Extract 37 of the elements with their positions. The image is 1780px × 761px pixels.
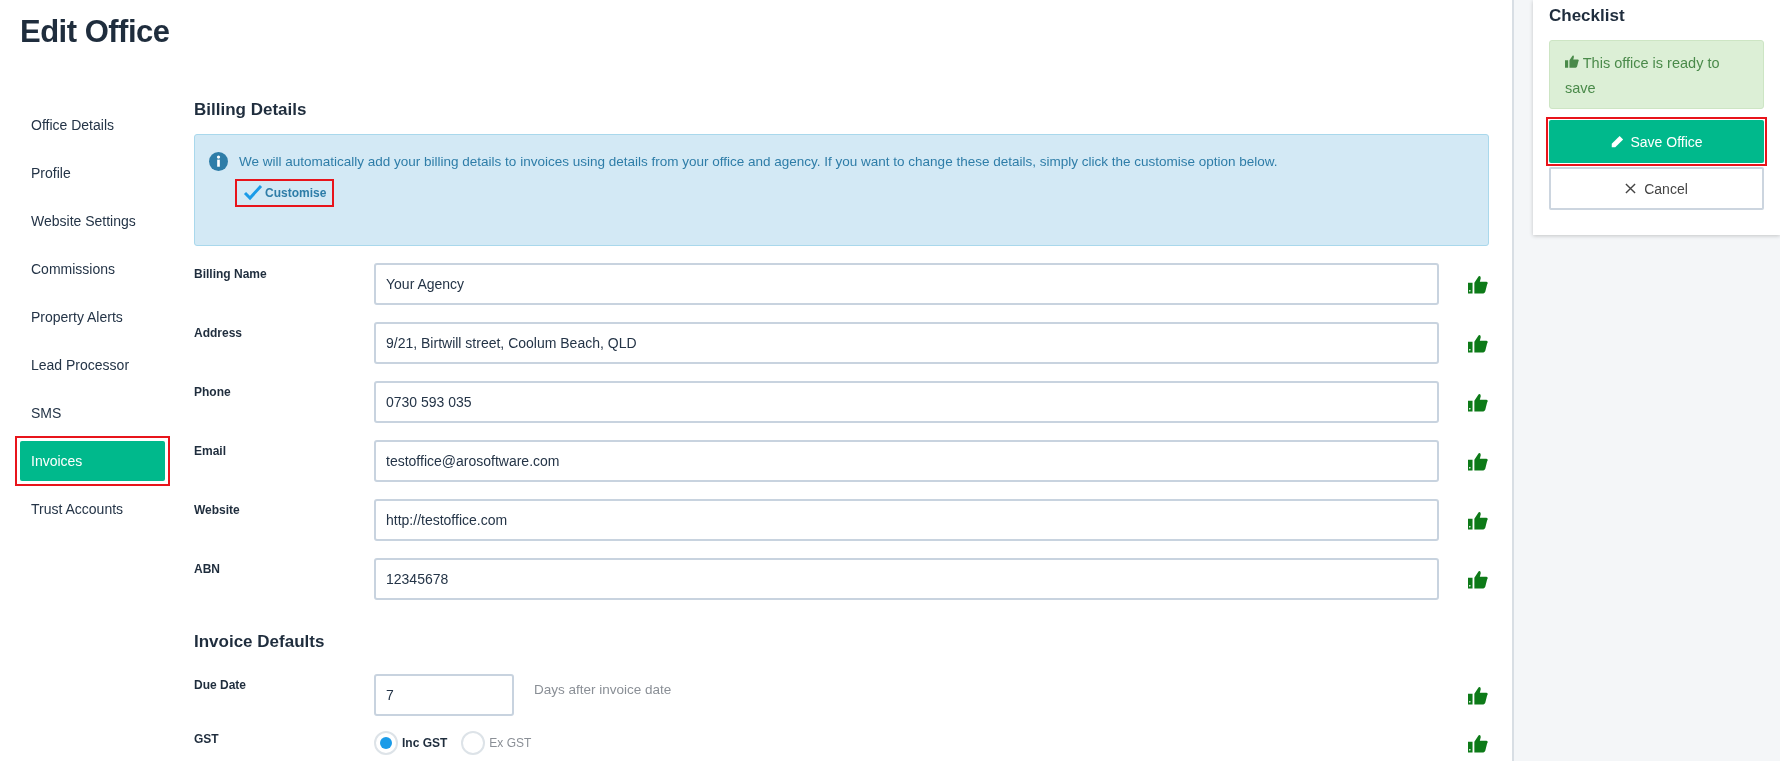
pencil-icon [1610, 134, 1625, 149]
input-field[interactable]: 12345678 [374, 558, 1439, 600]
sidebar-item[interactable]: Website Settings [20, 201, 165, 241]
field-label: Due Date [194, 678, 247, 692]
input-field[interactable]: http://testoffice.com [374, 499, 1439, 541]
input-field[interactable]: 0730 593 035 [374, 381, 1439, 423]
sidebar-item[interactable]: Property Alerts [20, 297, 165, 337]
field-label: Email [194, 444, 227, 458]
sidebar-item[interactable]: SMS [20, 393, 165, 433]
info-icon [209, 152, 228, 171]
section-heading: Billing Details [194, 100, 308, 120]
field-label: GST [194, 732, 220, 746]
field-label: ABN [194, 562, 221, 576]
cancel-button[interactable]: Cancel [1549, 167, 1764, 210]
input-field[interactable]: testoffice@arosoftware.com [374, 440, 1439, 482]
page-title: Edit Office [20, 14, 171, 50]
check-icon [243, 185, 263, 201]
field-label: Website [194, 503, 241, 517]
field-label: Address [194, 326, 244, 340]
section-heading: Invoice Defaults [194, 632, 326, 652]
thumbs-up-icon [1565, 55, 1579, 68]
field-hint: Days after invoice date [534, 682, 672, 697]
field-label: Phone [194, 385, 232, 399]
radio-option[interactable]: Inc GST [374, 731, 448, 755]
input-field[interactable]: 7 [374, 674, 514, 716]
info-message: We will automatically add your billing details to invoices using details from your office and agency. If you want to change these details, simply click the customise option below. [239, 154, 1278, 169]
input-field[interactable]: Your Agency [374, 263, 1439, 305]
field-label: Billing Name [194, 267, 268, 281]
input-field[interactable]: 9/21, Birtwill street, Coolum Beach, QLD [374, 322, 1439, 364]
sidebar-item[interactable]: Trust Accounts [20, 489, 165, 529]
sidebar-item[interactable]: Profile [20, 153, 165, 193]
close-icon [1625, 183, 1637, 194]
sidebar-item[interactable]: Office Details [20, 105, 165, 145]
checklist-title: Checklist [1549, 6, 1626, 26]
sidebar-item[interactable]: Commissions [20, 249, 165, 289]
sidebar-item[interactable]: Lead Processor [20, 345, 165, 385]
status-message: This office is ready to save [1549, 40, 1764, 109]
